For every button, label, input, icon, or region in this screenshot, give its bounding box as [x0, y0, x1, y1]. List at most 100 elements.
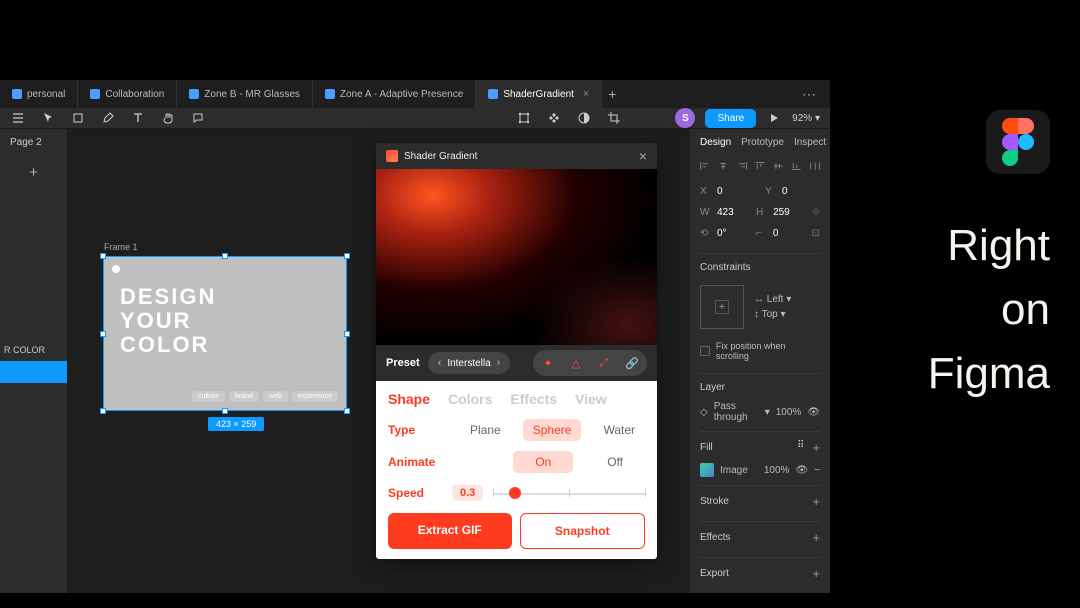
menu-icon[interactable] [10, 110, 26, 126]
avatar[interactable]: S [675, 108, 695, 128]
tab-collaboration[interactable]: Collaboration [78, 80, 177, 108]
speed-row: Speed 0.3 [388, 483, 645, 503]
add-stroke-button[interactable]: + [812, 494, 820, 509]
add-export-button[interactable]: + [812, 566, 820, 581]
snapshot-button[interactable]: Snapshot [520, 513, 646, 549]
add-tab-button[interactable]: + [602, 86, 622, 102]
page-label[interactable]: Page 2 [0, 129, 67, 156]
constraint-v-select[interactable]: ↕ Top ▾ [754, 309, 791, 320]
selected-frame[interactable]: Frame 1 DESIGN YOUR COLOR culture brand [103, 256, 347, 411]
pen-tool-icon[interactable] [100, 110, 116, 126]
fill-swatch[interactable] [700, 463, 714, 477]
frame-tool-icon[interactable] [70, 110, 86, 126]
independent-corners-icon[interactable]: ⊡ [812, 228, 820, 239]
radius-field[interactable]: ⌐0 [756, 228, 802, 239]
type-plane[interactable]: Plane [460, 419, 511, 441]
tab-effects[interactable]: Effects [510, 391, 557, 407]
slider-thumb[interactable] [509, 487, 521, 499]
preset-selector[interactable]: ‹ Interstella › [428, 352, 511, 374]
type-sphere[interactable]: Sphere [523, 419, 582, 441]
tab-personal[interactable]: personal [0, 80, 78, 108]
overflow-menu-icon[interactable]: ⋯ [802, 86, 818, 103]
close-icon[interactable]: × [639, 148, 647, 164]
layer-item-selected[interactable] [0, 361, 67, 383]
rotation-field[interactable]: ⟲0° [700, 228, 746, 239]
tab-zone-b[interactable]: Zone B - MR Glasses [177, 80, 313, 108]
crop-icon[interactable] [606, 110, 622, 126]
align-left-icon[interactable] [700, 160, 710, 172]
text-tool-icon[interactable] [130, 110, 146, 126]
tab-prototype[interactable]: Prototype [741, 137, 784, 148]
chevron-left-icon[interactable]: ‹ [438, 357, 442, 369]
styles-icon[interactable]: ⠿ [797, 440, 804, 455]
h-field[interactable]: H259 [756, 207, 802, 218]
link-icon[interactable]: 🔗 [623, 354, 641, 372]
file-icon [488, 89, 498, 99]
link-dimensions-icon[interactable]: ⟐ [812, 207, 820, 218]
animate-on[interactable]: On [513, 451, 573, 473]
frame-pills: culture brand web experience [192, 391, 338, 402]
edit-object-icon[interactable] [516, 110, 532, 126]
component-icon[interactable] [546, 110, 562, 126]
resize-handle[interactable] [100, 331, 106, 337]
add-effect-button[interactable]: + [812, 530, 820, 545]
blend-mode-row[interactable]: ◇Pass through▾ 100% 👁 [700, 401, 820, 423]
resize-handle[interactable] [344, 408, 350, 414]
zoom-level[interactable]: 92% ▾ [792, 113, 820, 124]
resize-handle[interactable] [100, 253, 106, 259]
expand-icon[interactable]: ⤢ [595, 354, 613, 372]
align-right-icon[interactable] [737, 160, 747, 172]
plugin-icon [386, 150, 398, 162]
fill-row[interactable]: Image 100% 👁 − [700, 463, 820, 477]
tab-label: Collaboration [105, 89, 164, 100]
resize-handle[interactable] [222, 408, 228, 414]
comment-tool-icon[interactable] [190, 110, 206, 126]
tab-colors[interactable]: Colors [448, 391, 492, 407]
animate-off[interactable]: Off [585, 451, 645, 473]
hand-tool-icon[interactable] [160, 110, 176, 126]
align-vcenter-icon[interactable] [773, 160, 783, 172]
fix-scroll-checkbox[interactable]: Fix position when scrolling [700, 341, 820, 361]
eye-icon[interactable]: 👁 [795, 465, 808, 476]
close-icon[interactable]: × [583, 88, 589, 100]
speed-slider[interactable] [493, 483, 645, 503]
tab-label: Zone B - MR Glasses [204, 89, 300, 100]
axis-icon[interactable]: ✦ [539, 354, 557, 372]
eye-icon[interactable]: 👁 [807, 407, 820, 418]
tab-shape[interactable]: Shape [388, 391, 430, 407]
resize-handle[interactable] [100, 408, 106, 414]
extract-gif-button[interactable]: Extract GIF [388, 513, 512, 549]
preset-name: Interstella [447, 358, 490, 369]
tab-inspect[interactable]: Inspect [794, 137, 826, 148]
x-field[interactable]: X0 [700, 186, 755, 197]
constraint-widget[interactable]: + [700, 285, 744, 329]
mask-icon[interactable] [576, 110, 592, 126]
add-fill-button[interactable]: + [812, 440, 820, 455]
chevron-right-icon[interactable]: › [497, 357, 501, 369]
tab-shadergradient[interactable]: ShaderGradient× [476, 80, 602, 108]
add-page-button[interactable]: + [0, 156, 67, 189]
layer-item[interactable]: R COLOR [0, 339, 67, 361]
resize-handle[interactable] [344, 253, 350, 259]
align-hcenter-icon[interactable] [718, 160, 728, 172]
type-water[interactable]: Water [593, 419, 645, 441]
remove-fill-icon[interactable]: − [814, 465, 820, 476]
move-tool-icon[interactable] [40, 110, 56, 126]
plugin-header[interactable]: Shader Gradient × [376, 143, 657, 169]
y-field[interactable]: Y0 [765, 186, 820, 197]
figma-logo-icon [1002, 118, 1034, 166]
resize-handle[interactable] [222, 253, 228, 259]
wireframe-icon[interactable]: △ [567, 354, 585, 372]
resize-handle[interactable] [344, 331, 350, 337]
align-bottom-icon[interactable] [791, 160, 801, 172]
tab-view[interactable]: View [575, 391, 607, 407]
constraint-h-select[interactable]: ↔ Left ▾ [754, 294, 791, 305]
tab-design[interactable]: Design [700, 137, 731, 148]
w-field[interactable]: W423 [700, 207, 746, 218]
canvas[interactable]: Frame 1 DESIGN YOUR COLOR culture brand [68, 129, 690, 593]
play-icon[interactable] [766, 110, 782, 126]
align-top-icon[interactable] [755, 160, 765, 172]
tab-zone-a[interactable]: Zone A - Adaptive Presence [313, 80, 476, 108]
share-button[interactable]: Share [705, 109, 756, 128]
distribute-icon[interactable] [810, 160, 820, 172]
